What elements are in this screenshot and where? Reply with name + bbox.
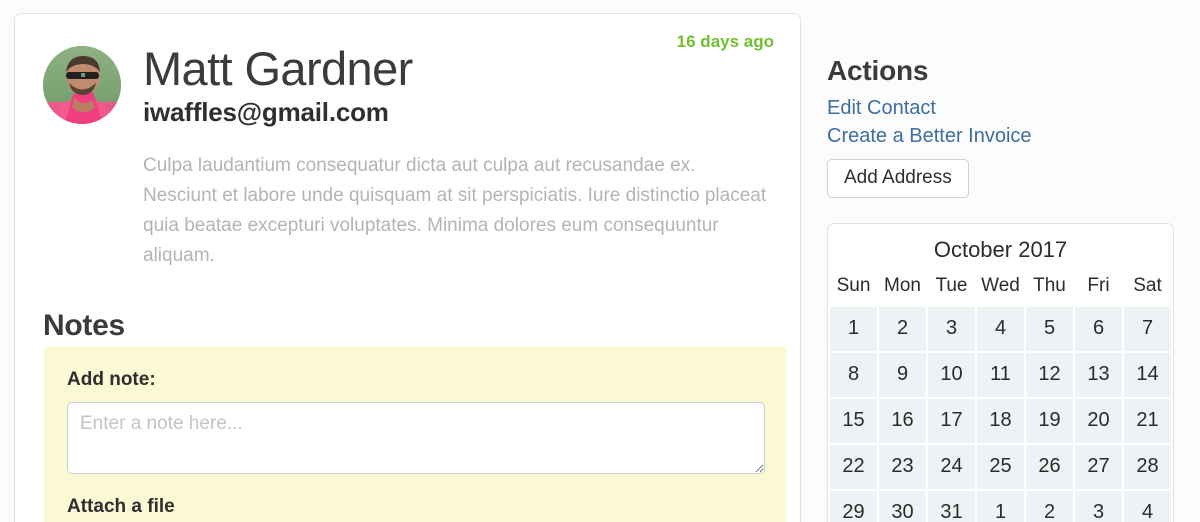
actions-heading: Actions bbox=[827, 55, 929, 86]
contact-identity: Matt Gardner iwaffles@gmail.com bbox=[143, 42, 413, 128]
calendar-day[interactable]: 3 bbox=[1075, 491, 1122, 522]
calendar-day[interactable]: 4 bbox=[977, 307, 1024, 351]
calendar-week-row: 22 23 24 25 26 27 28 bbox=[830, 445, 1171, 489]
calendar-day[interactable]: 9 bbox=[879, 353, 926, 397]
last-updated-badge: 16 days ago bbox=[676, 32, 774, 51]
calendar-day[interactable]: 2 bbox=[1026, 491, 1073, 522]
calendar-day[interactable]: 1 bbox=[830, 307, 877, 351]
calendar-day[interactable]: 24 bbox=[928, 445, 975, 489]
calendar-day[interactable]: 21 bbox=[1124, 399, 1171, 443]
calendar-weekday-sun: Sun bbox=[836, 275, 871, 296]
attach-file-label: Attach a file bbox=[67, 496, 175, 517]
calendar-day[interactable]: 2 bbox=[879, 307, 926, 351]
calendar-day[interactable]: 6 bbox=[1075, 307, 1122, 351]
calendar-weekday-mon: Mon bbox=[884, 275, 921, 296]
actions-sidebar: Actions Edit Contact Create a Better Inv… bbox=[827, 0, 1187, 522]
add-note-label: Add note: bbox=[67, 369, 156, 390]
calendar-day[interactable]: 4 bbox=[1124, 491, 1171, 522]
contact-card-body: 16 days ago Matt Gardner iwaffles@gmail.… bbox=[15, 14, 800, 271]
note-input[interactable] bbox=[67, 402, 765, 474]
calendar-day[interactable]: 12 bbox=[1026, 353, 1073, 397]
calendar-day[interactable]: 7 bbox=[1124, 307, 1171, 351]
contact-header: Matt Gardner iwaffles@gmail.com bbox=[43, 42, 774, 128]
edit-contact-link[interactable]: Edit Contact bbox=[827, 94, 1187, 122]
calendar-weekday-fri: Fri bbox=[1087, 275, 1110, 296]
calendar-weekday-sat: Sat bbox=[1133, 275, 1162, 296]
calendar-day[interactable]: 26 bbox=[1026, 445, 1073, 489]
calendar-day[interactable]: 31 bbox=[928, 491, 975, 522]
contact-card: 16 days ago Matt Gardner iwaffles@gmail.… bbox=[14, 13, 801, 522]
calendar-weekday-row: Sun Mon Tue Wed Thu Fri Sat bbox=[830, 274, 1171, 305]
calendar-day[interactable]: 13 bbox=[1075, 353, 1122, 397]
contact-name: Matt Gardner bbox=[143, 42, 413, 95]
add-address-button[interactable]: Add Address bbox=[827, 159, 969, 198]
calendar-day[interactable]: 23 bbox=[879, 445, 926, 489]
calendar-day[interactable]: 18 bbox=[977, 399, 1024, 443]
calendar-weekday-tue: Tue bbox=[935, 275, 968, 296]
calendar-day[interactable]: 27 bbox=[1075, 445, 1122, 489]
avatar bbox=[43, 46, 121, 124]
calendar-day[interactable]: 8 bbox=[830, 353, 877, 397]
calendar-day[interactable]: 17 bbox=[928, 399, 975, 443]
calendar-day[interactable]: 14 bbox=[1124, 353, 1171, 397]
add-note-panel: Add note: Attach a file Choose File No f… bbox=[44, 347, 786, 522]
contact-bio: Culpa laudantium consequatur dicta aut c… bbox=[143, 155, 767, 266]
calendar-day[interactable]: 28 bbox=[1124, 445, 1171, 489]
calendar-day[interactable]: 10 bbox=[928, 353, 975, 397]
calendar-table: Sun Mon Tue Wed Thu Fri Sat 1 2 3 4 5 6 … bbox=[828, 272, 1173, 522]
calendar-weekday-wed: Wed bbox=[981, 275, 1020, 296]
calendar-day[interactable]: 25 bbox=[977, 445, 1024, 489]
calendar-week-row: 1 2 3 4 5 6 7 bbox=[830, 307, 1171, 351]
calendar-weekday-thu: Thu bbox=[1033, 275, 1066, 296]
calendar-day[interactable]: 22 bbox=[830, 445, 877, 489]
calendar-title: October 2017 bbox=[933, 237, 1068, 262]
calendar-day[interactable]: 29 bbox=[830, 491, 877, 522]
calendar-week-row: 8 9 10 11 12 13 14 bbox=[830, 353, 1171, 397]
calendar-week-row: 29 30 31 1 2 3 4 bbox=[830, 491, 1171, 522]
calendar-day[interactable]: 16 bbox=[879, 399, 926, 443]
calendar-day[interactable]: 15 bbox=[830, 399, 877, 443]
calendar-widget: October 2017 Sun Mon Tue Wed Thu Fri Sat bbox=[827, 223, 1174, 522]
calendar-week-row: 15 16 17 18 19 20 21 bbox=[830, 399, 1171, 443]
notes-heading: Notes bbox=[43, 309, 125, 342]
create-invoice-link[interactable]: Create a Better Invoice bbox=[827, 122, 1187, 150]
page-root: 16 days ago Matt Gardner iwaffles@gmail.… bbox=[0, 0, 1200, 522]
calendar-day[interactable]: 5 bbox=[1026, 307, 1073, 351]
contact-email: iwaffles@gmail.com bbox=[143, 97, 389, 127]
calendar-day[interactable]: 30 bbox=[879, 491, 926, 522]
calendar-day[interactable]: 1 bbox=[977, 491, 1024, 522]
calendar-day[interactable]: 20 bbox=[1075, 399, 1122, 443]
calendar-day[interactable]: 19 bbox=[1026, 399, 1073, 443]
calendar-day[interactable]: 3 bbox=[928, 307, 975, 351]
calendar-day[interactable]: 11 bbox=[977, 353, 1024, 397]
